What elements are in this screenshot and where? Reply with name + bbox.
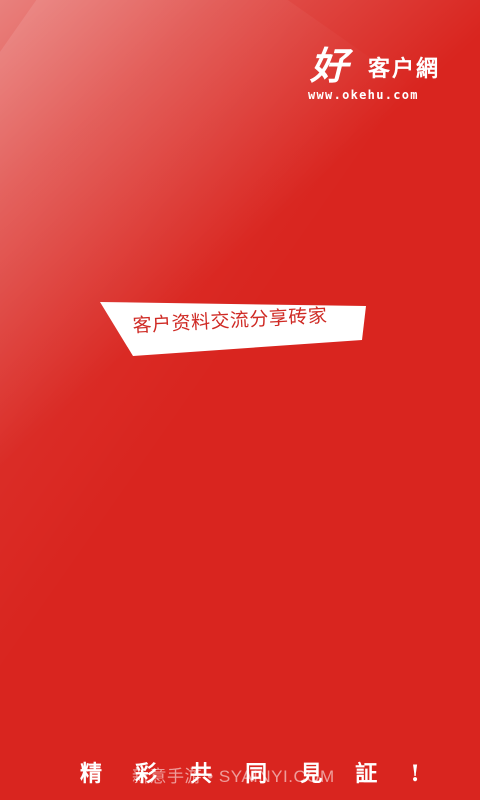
slogan-char: 精 (80, 761, 103, 787)
logo-mark: 好 (310, 43, 348, 88)
slogan-char: ! (410, 761, 420, 787)
tagline-banner: 客户资料交流分享砖家 (100, 302, 370, 358)
gloss-overlay (0, 0, 480, 800)
logo-name: 客户網 (368, 57, 441, 82)
splash-screen: 好 客户網 www.okehu.com 客户资料交流分享砖家 精 彩 共 同 見… (0, 0, 480, 800)
logo-url: www.okehu.com (308, 88, 419, 102)
app-logo: 好 客户網 www.okehu.com (300, 43, 462, 106)
watermark-text: 新意手游 • SYAINYI.COM (132, 767, 335, 786)
